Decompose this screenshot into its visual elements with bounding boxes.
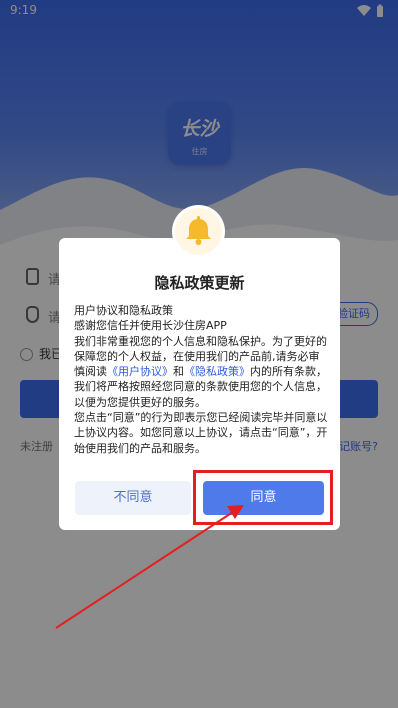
red-arrow-annotation xyxy=(55,505,244,629)
